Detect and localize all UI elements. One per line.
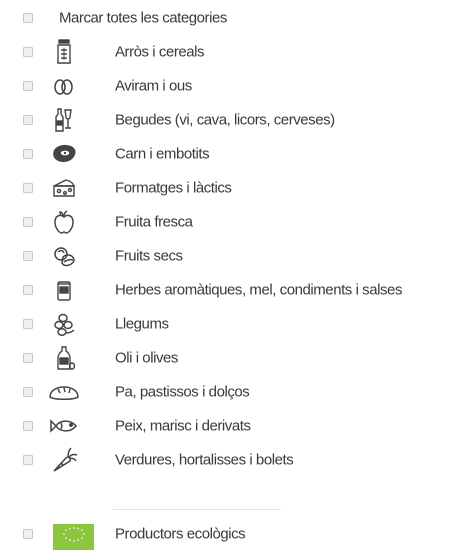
fish-icon [46, 412, 82, 440]
category-checkbox[interactable] [23, 387, 33, 397]
category-label[interactable]: Arròs i cereals [115, 44, 205, 61]
select-all-checkbox[interactable] [23, 13, 33, 23]
organic-checkbox[interactable] [23, 529, 33, 539]
category-row-llegums[interactable]: Llegums [0, 307, 475, 341]
category-checkbox[interactable] [23, 47, 33, 57]
cheese-icon [46, 174, 82, 202]
category-row-peix-marisc[interactable]: Peix, marisc i derivats [0, 409, 475, 443]
category-label[interactable]: Carn i embotits [115, 146, 210, 163]
category-row-pa-pastissos[interactable]: Pa, pastissos i dolços [0, 375, 475, 409]
spice-jar-icon [46, 276, 82, 304]
category-checkbox[interactable] [23, 319, 33, 329]
steak-icon [46, 140, 82, 168]
category-checkbox[interactable] [23, 251, 33, 261]
category-checkbox[interactable] [23, 455, 33, 465]
category-label[interactable]: Herbes aromàtiques, mel, condiments i sa… [115, 282, 402, 299]
legumes-icon [46, 310, 82, 338]
category-label[interactable]: Formatges i làctics [115, 180, 232, 197]
category-row-formatges[interactable]: Formatges i làctics [0, 171, 475, 205]
organic-label[interactable]: Productors ecològics [115, 526, 246, 543]
category-checkbox[interactable] [23, 183, 33, 193]
category-label[interactable]: Begudes (vi, cava, licors, cerveses) [115, 112, 335, 129]
category-label[interactable]: Fruita fresca [115, 214, 193, 231]
bread-icon [46, 378, 82, 406]
category-label[interactable]: Oli i olives [115, 350, 178, 367]
select-all-label[interactable]: Marcar totes les categories [59, 10, 227, 27]
apple-icon [46, 208, 82, 236]
category-label[interactable]: Pa, pastissos i dolços [115, 384, 250, 401]
oil-bottle-icon [46, 344, 82, 372]
category-row-carn-embotits[interactable]: Carn i embotits [0, 137, 475, 171]
category-checkbox[interactable] [23, 353, 33, 363]
category-checkbox[interactable] [23, 421, 33, 431]
divider [113, 509, 281, 510]
category-label[interactable]: Fruits secs [115, 248, 183, 265]
category-label[interactable]: Llegums [115, 316, 169, 333]
category-row-oli-olives[interactable]: Oli i olives [0, 341, 475, 375]
category-row-verdures[interactable]: Verdures, hortalisses i bolets [0, 443, 475, 477]
category-row-fruits-secs[interactable]: Fruits secs [0, 239, 475, 273]
category-checkbox[interactable] [23, 81, 33, 91]
select-all-row[interactable]: Marcar totes les categories [0, 1, 475, 35]
grain-jar-icon [46, 38, 82, 66]
category-checkbox[interactable] [23, 149, 33, 159]
category-checkbox[interactable] [23, 115, 33, 125]
category-label[interactable]: Aviram i ous [115, 78, 192, 95]
category-row-fruita-fresca[interactable]: Fruita fresca [0, 205, 475, 239]
carrot-icon [46, 446, 82, 474]
category-checkbox[interactable] [23, 217, 33, 227]
bottles-icon [46, 106, 82, 134]
category-row-arros-cereals[interactable]: Arròs i cereals [0, 35, 475, 69]
eggs-icon [46, 72, 82, 100]
category-label[interactable]: Verdures, hortalisses i bolets [115, 452, 294, 469]
nuts-icon [46, 242, 82, 270]
eu-organic-leaf-icon [53, 524, 94, 550]
category-label[interactable]: Peix, marisc i derivats [115, 418, 251, 435]
category-row-aviram-ous[interactable]: Aviram i ous [0, 69, 475, 103]
category-row-begudes[interactable]: Begudes (vi, cava, licors, cerveses) [0, 103, 475, 137]
category-checkbox[interactable] [23, 285, 33, 295]
category-row-herbes[interactable]: Herbes aromàtiques, mel, condiments i sa… [0, 273, 475, 307]
organic-producers-row[interactable]: Productors ecològics [0, 517, 475, 551]
